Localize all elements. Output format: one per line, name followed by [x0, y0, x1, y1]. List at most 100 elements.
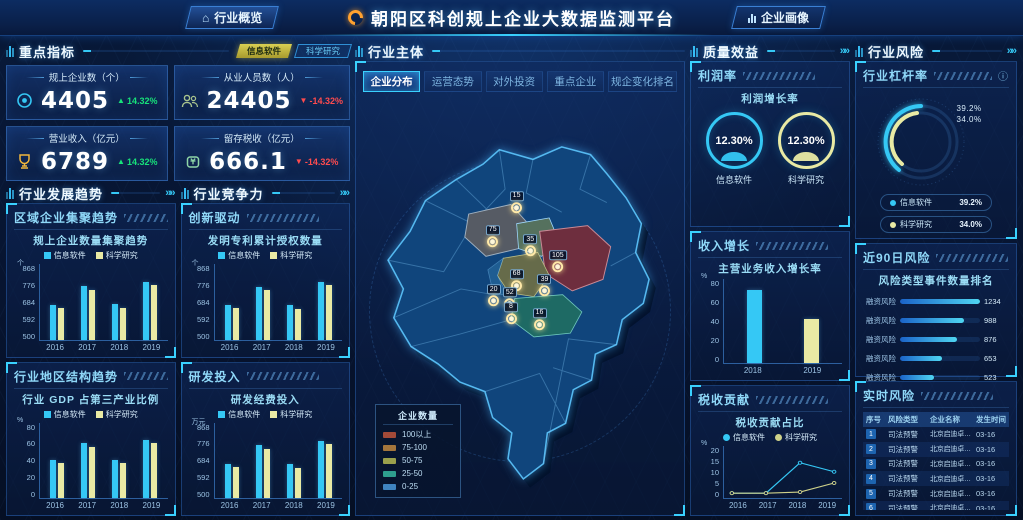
axis-unit-label: 个	[192, 258, 199, 268]
page-title: 朝阳区科创规上企业大数据监测平台	[371, 5, 675, 30]
map-legend-row: 25-50	[383, 467, 453, 480]
bar	[143, 440, 149, 499]
table-row[interactable]: 1司法预警北京启迪卓越科技有限公司03-16	[863, 427, 1009, 442]
bar	[295, 309, 301, 340]
tab-enterprise-distribution[interactable]: 企业分布	[363, 71, 420, 92]
legend-swatch	[383, 484, 396, 490]
tab-outbound-investment[interactable]: 对外投资	[486, 71, 543, 92]
panel-title: 行业地区结构趋势	[14, 368, 118, 385]
y-tick: 20	[711, 446, 719, 455]
y-tick: 20	[711, 336, 719, 345]
people-icon	[181, 93, 199, 109]
income-growth-chart: 主营业务收入增长率%80604020020182019	[698, 258, 842, 375]
legend-item: 科学研究	[270, 409, 312, 420]
hbar-track	[900, 337, 980, 342]
legend-swatch	[270, 252, 277, 259]
legend-item: 信息软件	[44, 250, 86, 261]
hatch-decoration	[124, 214, 167, 222]
bar	[326, 444, 332, 498]
map-marker[interactable]: 75	[486, 225, 500, 247]
bar	[81, 286, 87, 339]
y-tick: 40	[27, 456, 35, 465]
company-name: 北京启迪卓越科技有限公司	[930, 503, 974, 510]
nav-right-label: 企业画像	[761, 9, 809, 26]
filter-pill-software[interactable]: 信息软件	[236, 44, 292, 58]
filter-pill-research[interactable]: 科学研究	[294, 44, 352, 58]
map-marker[interactable]: 8	[504, 302, 518, 324]
map-marker[interactable]: 15	[510, 191, 524, 213]
legend-label: 75-100	[402, 443, 427, 452]
risk-type: 司法预警	[888, 444, 928, 455]
legend-label: 100以上	[402, 429, 431, 440]
map-marker[interactable]: 35	[523, 235, 537, 257]
bar	[81, 443, 87, 498]
company-name: 北京启迪卓越科技有限公司	[930, 444, 974, 454]
tab-operation-status[interactable]: 运营态势	[424, 71, 481, 92]
table-row[interactable]: 5司法预警北京启迪卓越科技有限公司03-16	[863, 486, 1009, 501]
occur-time: 03-16	[976, 504, 1006, 510]
bars-area	[214, 264, 343, 341]
bar	[58, 308, 64, 340]
y-tick: 776	[197, 439, 210, 448]
section-bars-icon	[690, 46, 698, 57]
bars-area	[39, 264, 168, 341]
tab-key-enterprises[interactable]: 重点企业	[547, 71, 604, 92]
hbar-row: 融资风险988	[863, 311, 1009, 330]
table-row[interactable]: 6司法预警北京启迪卓越科技有限公司03-16	[863, 501, 1009, 510]
row-index: 1	[866, 429, 876, 439]
map-marker[interactable]: 105	[549, 250, 567, 272]
more-icon[interactable]: »»	[340, 187, 350, 199]
legend-item-research: 科学研究 34.0%	[880, 216, 992, 233]
table-row[interactable]: 4司法预警北京启迪卓越科技有限公司03-16	[863, 471, 1009, 486]
legend-swatch	[96, 252, 103, 259]
map-marker[interactable]: 20	[487, 284, 501, 306]
table-row[interactable]: 2司法预警北京启迪卓越科技有限公司03-16	[863, 442, 1009, 457]
more-icon[interactable]: »»	[840, 45, 850, 57]
map-legend-row: 100以上	[383, 428, 453, 441]
marker-pin-icon	[552, 261, 563, 272]
table-row[interactable]: 3司法预警北京启迪卓越科技有限公司03-16	[863, 457, 1009, 472]
bar	[143, 282, 149, 339]
marker-pin-icon	[534, 319, 545, 330]
map-panel: 企业分布 运营态势 对外投资 重点企业 规企变化排名	[355, 61, 685, 516]
company-name: 北京启迪卓越科技有限公司	[930, 489, 974, 499]
hbar-fill	[900, 337, 957, 342]
y-axis: 868776684592500	[189, 423, 214, 511]
enterprise-icon	[16, 92, 33, 109]
leverage-legend: 信息软件 39.2% 科学研究 34.0%	[863, 194, 1009, 233]
marker-count-badge: 105	[549, 250, 567, 260]
hbar-track	[900, 318, 980, 323]
bar	[287, 305, 293, 340]
info-icon[interactable]: ⓘ	[998, 68, 1009, 83]
x-tick: 2018	[285, 501, 303, 510]
hbar-value: 1234	[984, 297, 1009, 306]
chart-title: 发明专利累计授权数量	[189, 233, 343, 248]
bar-group	[81, 423, 95, 499]
nav-industry-overview[interactable]: ⌂ 行业概览	[185, 6, 279, 29]
legend-swatch	[44, 252, 51, 259]
y-tick: 60	[27, 439, 35, 448]
nav-enterprise-profile[interactable]: 企业画像	[731, 6, 826, 29]
y-tick: 500	[22, 332, 35, 341]
x-tick: 2016	[46, 343, 64, 352]
risk-column: 行业风险 »» 行业杠杆率ⓘ 39.2% 34.0%	[855, 41, 1017, 516]
marker-count-badge: 16	[533, 308, 547, 318]
innovation-panel: 创新驱动 发明专利累计授权数量信息软件科学研究个8687766845925002…	[181, 203, 351, 358]
y-axis: 868776684592500	[14, 264, 39, 352]
hbar-label: 融资风险	[863, 353, 896, 364]
risk-type: 司法预警	[888, 458, 928, 469]
chart-title: 税收贡献占比	[698, 415, 842, 430]
company-name: 北京启迪卓越科技有限公司	[930, 474, 974, 484]
marker-pin-icon	[488, 295, 499, 306]
regional-agglomeration-panel: 区域企业集聚趋势 规上企业数量集聚趋势信息软件科学研究个868776684592…	[6, 203, 176, 358]
bar-group	[112, 264, 126, 340]
map-marker[interactable]: 16	[533, 308, 547, 330]
tab-change-ranking[interactable]: 规企变化排名	[608, 71, 677, 92]
more-icon[interactable]: »»	[165, 187, 175, 199]
more-icon[interactable]: »»	[1007, 45, 1017, 57]
table-body: 1司法预警北京启迪卓越科技有限公司03-162司法预警北京启迪卓越科技有限公司0…	[863, 427, 1009, 510]
map-marker[interactable]: 39	[537, 275, 551, 297]
bar-group	[225, 264, 239, 340]
table-header: 序号风险类型企业名称发生时间	[863, 412, 1009, 427]
bar	[151, 443, 157, 498]
